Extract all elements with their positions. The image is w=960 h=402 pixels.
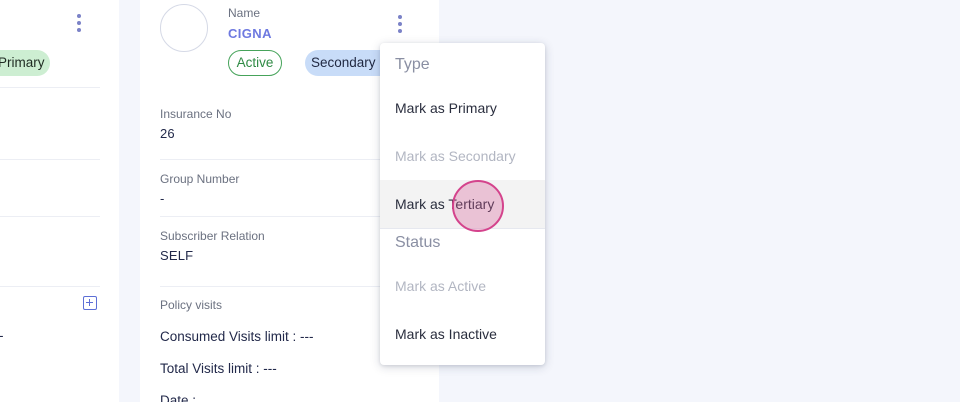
divider [0, 286, 100, 287]
divider [0, 87, 100, 88]
divider [0, 216, 100, 217]
insurance-no-value: 26 [160, 126, 175, 141]
group-number-label: Group Number [160, 172, 240, 186]
policy-visits-label: Policy visits [160, 298, 223, 312]
menu-item-mark-secondary[interactable]: Mark as Secondary [380, 132, 545, 180]
kebab-menu-icon[interactable] [394, 13, 406, 35]
menu-section-status: Status [395, 234, 441, 251]
menu-item-mark-primary[interactable]: Mark as Primary [380, 84, 545, 132]
visits-limit-fragment: --- [0, 328, 4, 343]
add-icon[interactable] [83, 296, 97, 310]
menu-section-type: Type [395, 56, 430, 73]
menu-divider [380, 228, 545, 229]
divider [0, 159, 100, 160]
primary-badge: Primary [0, 50, 50, 76]
menu-item-mark-inactive[interactable]: Mark as Inactive [380, 310, 545, 358]
subscriber-relation-label: Subscriber Relation [160, 229, 265, 243]
subscriber-relation-value: SELF [160, 248, 194, 263]
click-indicator [452, 180, 504, 232]
divider [160, 159, 400, 160]
group-number-value: - [160, 191, 165, 206]
total-visits-limit: Total Visits limit : --- [160, 361, 277, 376]
menu-item-mark-active[interactable]: Mark as Active [380, 262, 545, 310]
consumed-visits-limit: Consumed Visits limit : --- [160, 329, 314, 344]
date-field: Date : [160, 393, 197, 402]
insurer-name: CIGNA [228, 26, 272, 41]
left-insurance-card: Primary --- [0, 0, 119, 402]
kebab-menu-icon[interactable] [73, 12, 85, 34]
name-label: Name [228, 6, 261, 20]
insurance-no-label: Insurance No [160, 107, 232, 121]
status-badge: Active [228, 50, 282, 76]
avatar [160, 4, 208, 52]
divider [160, 286, 400, 287]
divider [160, 216, 400, 217]
